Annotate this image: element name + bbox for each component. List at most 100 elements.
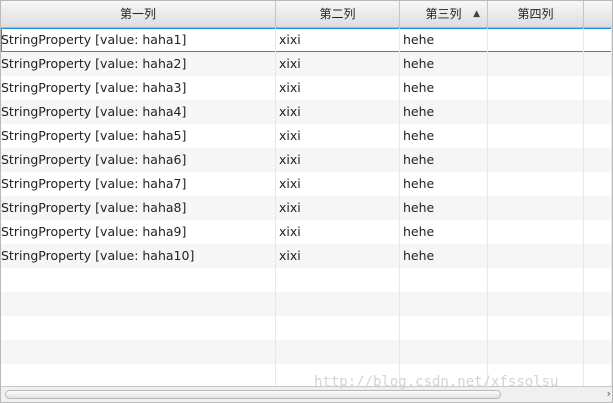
- table-cell[interactable]: hehe: [400, 52, 488, 76]
- table-row[interactable]: StringProperty [value: haha2] xixi hehe: [1, 52, 612, 76]
- table-row[interactable]: StringProperty [value: haha4] xixi hehe: [1, 100, 612, 124]
- table-cell[interactable]: hehe: [400, 124, 488, 148]
- table-cell[interactable]: [488, 28, 584, 52]
- table-cell[interactable]: [488, 220, 584, 244]
- empty-cell: [488, 340, 584, 364]
- column-header-label: 第一列: [119, 7, 156, 21]
- table-cell[interactable]: [584, 148, 612, 172]
- table-cell[interactable]: StringProperty [value: haha4]: [1, 100, 276, 124]
- table-view[interactable]: 第一列 第二列 第三列 ▲ 第四列 StringProperty [value: …: [0, 0, 613, 403]
- table-cell[interactable]: StringProperty [value: haha3]: [1, 76, 276, 100]
- empty-cell: [584, 340, 612, 364]
- empty-cell: [488, 316, 584, 340]
- empty-cell: [276, 268, 400, 292]
- table-cell[interactable]: StringProperty [value: haha8]: [1, 196, 276, 220]
- empty-row: [1, 340, 612, 364]
- table-cell[interactable]: [488, 100, 584, 124]
- table-cell[interactable]: xixi: [276, 220, 400, 244]
- column-header-1[interactable]: 第一列: [1, 1, 276, 27]
- empty-cell: [488, 292, 584, 316]
- column-header-label: 第三列: [425, 7, 462, 21]
- empty-cell: [584, 268, 612, 292]
- table-cell[interactable]: StringProperty [value: haha1]: [1, 28, 276, 52]
- table-row[interactable]: StringProperty [value: haha3] xixi hehe: [1, 76, 612, 100]
- empty-cell: [276, 292, 400, 316]
- table-cell[interactable]: [488, 52, 584, 76]
- column-header-label: 第四列: [517, 7, 554, 21]
- table-cell[interactable]: hehe: [400, 148, 488, 172]
- table-body: StringProperty [value: haha1] xixi hehe Str…: [1, 28, 612, 388]
- table-cell[interactable]: [584, 124, 612, 148]
- table-cell[interactable]: xixi: [276, 172, 400, 196]
- empty-row: [1, 316, 612, 340]
- table-cell[interactable]: xixi: [276, 124, 400, 148]
- table-cell[interactable]: StringProperty [value: haha9]: [1, 220, 276, 244]
- empty-cell: [1, 316, 276, 340]
- empty-cell: [1, 268, 276, 292]
- column-header-5[interactable]: [584, 1, 612, 27]
- table-cell[interactable]: [584, 196, 612, 220]
- table-cell[interactable]: [584, 244, 612, 268]
- table-cell[interactable]: hehe: [400, 220, 488, 244]
- table-header: 第一列 第二列 第三列 ▲ 第四列: [1, 1, 612, 28]
- table-row[interactable]: StringProperty [value: haha7] xixi hehe: [1, 172, 612, 196]
- table-cell[interactable]: xixi: [276, 196, 400, 220]
- table-row[interactable]: StringProperty [value: haha10] xixi hehe: [1, 244, 612, 268]
- empty-cell: [400, 316, 488, 340]
- empty-cell: [276, 340, 400, 364]
- table-cell[interactable]: [584, 28, 612, 52]
- empty-cell: [400, 340, 488, 364]
- table-row[interactable]: StringProperty [value: haha5] xixi hehe: [1, 124, 612, 148]
- table-row[interactable]: StringProperty [value: haha9] xixi hehe: [1, 220, 612, 244]
- empty-cell: [1, 340, 276, 364]
- empty-row: [1, 268, 612, 292]
- column-header-2[interactable]: 第二列: [276, 1, 400, 27]
- table-cell[interactable]: [584, 52, 612, 76]
- table-cell[interactable]: [488, 124, 584, 148]
- table-cell[interactable]: hehe: [400, 244, 488, 268]
- chevron-right-icon[interactable]: ›: [607, 387, 611, 401]
- empty-cell: [488, 268, 584, 292]
- table-cell[interactable]: xixi: [276, 148, 400, 172]
- table-cell[interactable]: xixi: [276, 244, 400, 268]
- table-cell[interactable]: xixi: [276, 52, 400, 76]
- table-cell[interactable]: [584, 172, 612, 196]
- table-cell[interactable]: [488, 148, 584, 172]
- table-cell[interactable]: [488, 196, 584, 220]
- column-header-4[interactable]: 第四列: [488, 1, 584, 27]
- table-cell[interactable]: hehe: [400, 172, 488, 196]
- table-cell[interactable]: StringProperty [value: haha7]: [1, 172, 276, 196]
- table-cell[interactable]: StringProperty [value: haha2]: [1, 52, 276, 76]
- table-cell[interactable]: xixi: [276, 28, 400, 52]
- sort-ascending-icon: ▲: [473, 9, 480, 19]
- table-cell[interactable]: [584, 220, 612, 244]
- table-cell[interactable]: [584, 76, 612, 100]
- table-cell[interactable]: StringProperty [value: haha5]: [1, 124, 276, 148]
- empty-cell: [400, 292, 488, 316]
- scrollbar-thumb[interactable]: [5, 390, 501, 399]
- table-cell[interactable]: xixi: [276, 76, 400, 100]
- column-header-label: 第二列: [319, 7, 356, 21]
- table-cell[interactable]: [584, 100, 612, 124]
- watermark: http://blog.csdn.net/xfssolsu: [314, 374, 559, 390]
- table-cell[interactable]: [488, 244, 584, 268]
- table-cell[interactable]: StringProperty [value: haha10]: [1, 244, 276, 268]
- table-cell[interactable]: hehe: [400, 28, 488, 52]
- table-cell[interactable]: hehe: [400, 100, 488, 124]
- table-cell[interactable]: xixi: [276, 100, 400, 124]
- table-row[interactable]: StringProperty [value: haha1] xixi hehe: [1, 28, 612, 52]
- empty-cell: [584, 316, 612, 340]
- table-cell[interactable]: StringProperty [value: haha6]: [1, 148, 276, 172]
- table-row[interactable]: StringProperty [value: haha8] xixi hehe: [1, 196, 612, 220]
- column-header-3[interactable]: 第三列 ▲: [400, 1, 488, 27]
- table-row[interactable]: StringProperty [value: haha6] xixi hehe: [1, 148, 612, 172]
- table-cell[interactable]: [488, 172, 584, 196]
- empty-cell: [276, 316, 400, 340]
- empty-cell: [1, 364, 276, 388]
- table-cell[interactable]: [488, 76, 584, 100]
- empty-cell: [584, 292, 612, 316]
- table-cell[interactable]: hehe: [400, 76, 488, 100]
- table-cell[interactable]: hehe: [400, 196, 488, 220]
- empty-cell: [400, 268, 488, 292]
- empty-row: [1, 292, 612, 316]
